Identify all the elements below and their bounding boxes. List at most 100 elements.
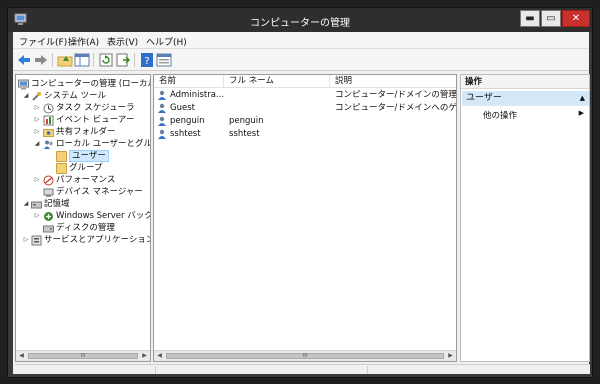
properties-icon[interactable] (156, 52, 172, 68)
tree-item-performance[interactable]: ▷ パフォーマンス (16, 174, 150, 186)
user-name: Guest (170, 103, 195, 113)
tree-item-windows-server-backup[interactable]: ▷ Windows Server バックアップ (16, 210, 150, 222)
actions-pane: 操作 ユーザー ▲ 他の操作 ▶ (460, 74, 590, 362)
status-bar (15, 364, 590, 374)
scroll-right-arrow-icon[interactable]: ▶ (445, 351, 456, 361)
console-tree-pane[interactable]: コンピューターの管理 (ローカル) ◢ システム ツール ▷ タスク スケジュー… (15, 74, 151, 362)
tree-label: デバイス マネージャー (56, 187, 143, 197)
refresh-icon[interactable] (98, 52, 114, 68)
tree-item-services-applications[interactable]: ▷ サービスとアプリケーション (16, 234, 150, 246)
user-icon (158, 90, 166, 100)
actions-title: 操作 (461, 75, 589, 89)
folder-icon (56, 151, 67, 162)
tree-label: 記憶域 (44, 199, 70, 209)
folder-icon (56, 163, 67, 174)
tree-item-shared-folders[interactable]: ▷ 共有フォルダー (16, 126, 150, 138)
status-divider (367, 366, 368, 374)
user-full-name: sshtest (229, 129, 260, 139)
tree-horizontal-scrollbar[interactable]: ◀ III ▶ (16, 350, 150, 361)
toolbar-separator (93, 53, 94, 67)
column-header-full-name[interactable]: フル ネーム (224, 75, 330, 88)
status-divider (155, 366, 156, 374)
submenu-arrow-icon[interactable]: ▶ (579, 109, 584, 117)
tree-item-users[interactable]: ユーザー (16, 150, 150, 162)
forward-icon[interactable] (33, 52, 49, 68)
back-icon[interactable] (16, 52, 32, 68)
title-bar[interactable]: コンピューターの管理 ▬ ▭ ✕ (8, 8, 592, 32)
column-header-name[interactable]: 名前 (154, 75, 224, 88)
backup-icon (44, 212, 53, 221)
performance-icon (43, 175, 54, 186)
actions-group-users[interactable]: ユーザー ▲ (462, 91, 589, 106)
list-item[interactable]: Administra... コンピューター/ドメインの管理用 (ビル (154, 89, 456, 102)
tree-item-event-viewer[interactable]: ▷ イベント ビューアー (16, 114, 150, 126)
list-item[interactable]: sshtest sshtest (154, 128, 456, 141)
list-item[interactable]: penguin penguin (154, 115, 456, 128)
shared-folder-icon (43, 129, 54, 137)
expander-icon[interactable]: ▷ (33, 114, 41, 126)
tree-item-storage[interactable]: ◢ 記憶域 (16, 198, 150, 210)
expander-icon[interactable]: ◢ (33, 138, 41, 150)
user-list-pane[interactable]: 名前 フル ネーム 説明 Administra... コンピューター/ドメインの… (153, 74, 457, 362)
tree-label: ディスクの管理 (56, 223, 115, 233)
tree-item-task-scheduler[interactable]: ▷ タスク スケジューラ (16, 102, 150, 114)
tools-icon (32, 92, 41, 101)
scroll-right-arrow-icon[interactable]: ▶ (139, 351, 150, 361)
expander-icon[interactable]: ◢ (22, 90, 30, 102)
tree-label: タスク スケジューラ (56, 103, 135, 113)
services-icon (31, 235, 42, 246)
tree-item-disk-management[interactable]: ディスクの管理 (16, 222, 150, 234)
user-icon (158, 103, 166, 113)
user-icon (158, 116, 166, 126)
user-description: コンピューター/ドメインへのゲスト アク (335, 103, 457, 113)
tree-label: サービスとアプリケーション (44, 235, 151, 245)
close-button[interactable]: ✕ (562, 10, 590, 27)
expander-icon[interactable]: ▷ (33, 126, 41, 138)
action-more-actions[interactable]: 他の操作 (483, 109, 517, 121)
tree-item-device-manager[interactable]: デバイス マネージャー (16, 186, 150, 198)
toolbar-separator (134, 53, 135, 67)
column-header-description[interactable]: 説明 (330, 75, 456, 88)
tree-item-system-tools[interactable]: ◢ システム ツール (16, 90, 150, 102)
event-viewer-icon (43, 115, 54, 126)
maximize-button[interactable]: ▭ (541, 10, 561, 27)
tree-label: パフォーマンス (56, 175, 116, 185)
collapse-caret-icon[interactable]: ▲ (580, 91, 585, 106)
computer-management-window: コンピューターの管理 ▬ ▭ ✕ ファイル(F) 操作(A) 表示(V) ヘルプ… (7, 7, 593, 378)
tree-item-groups[interactable]: グループ (16, 162, 150, 174)
scroll-left-arrow-icon[interactable]: ◀ (154, 351, 165, 361)
expander-icon[interactable]: ▷ (33, 210, 41, 222)
scroll-left-arrow-icon[interactable]: ◀ (16, 351, 27, 361)
computer-management-icon (18, 79, 29, 90)
storage-icon (31, 201, 42, 209)
svg-text:?: ? (144, 56, 149, 67)
scroll-thumb[interactable]: III (28, 353, 138, 359)
expander-icon[interactable]: ◢ (22, 198, 30, 210)
client-area: ファイル(F) 操作(A) 表示(V) ヘルプ(H) ? コンピューターの管理 … (13, 32, 590, 374)
help-icon[interactable]: ? (139, 52, 155, 68)
menu-help[interactable]: ヘルプ(H) (146, 35, 187, 48)
tree-item-local-users-groups[interactable]: ◢ ローカル ユーザーとグループ (16, 138, 150, 150)
menu-action[interactable]: 操作(A) (68, 35, 99, 48)
expander-icon[interactable]: ▷ (33, 102, 41, 114)
list-horizontal-scrollbar[interactable]: ◀ III ▶ (154, 350, 456, 361)
user-full-name: penguin (229, 116, 264, 126)
tree-label: ユーザー (69, 150, 109, 162)
user-name: penguin (170, 116, 205, 126)
actions-group-label: ユーザー (466, 93, 502, 103)
toolbar: ? (13, 49, 589, 71)
show-hide-tree-icon[interactable] (74, 52, 90, 68)
menu-view[interactable]: 表示(V) (107, 35, 138, 48)
disk-icon (43, 225, 54, 233)
scroll-thumb[interactable]: III (166, 353, 444, 359)
expander-icon[interactable]: ▷ (22, 234, 30, 246)
menu-file[interactable]: ファイル(F) (19, 35, 67, 48)
export-list-icon[interactable] (115, 52, 131, 68)
expander-icon[interactable]: ▷ (33, 174, 41, 186)
minimize-button[interactable]: ▬ (520, 10, 540, 27)
tree-label: コンピューターの管理 (ローカル) (31, 79, 151, 89)
user-name: sshtest (170, 129, 201, 139)
up-folder-icon[interactable] (57, 52, 73, 68)
tree-label: イベント ビューアー (56, 115, 135, 125)
list-item[interactable]: Guest コンピューター/ドメインへのゲスト アク (154, 102, 456, 115)
